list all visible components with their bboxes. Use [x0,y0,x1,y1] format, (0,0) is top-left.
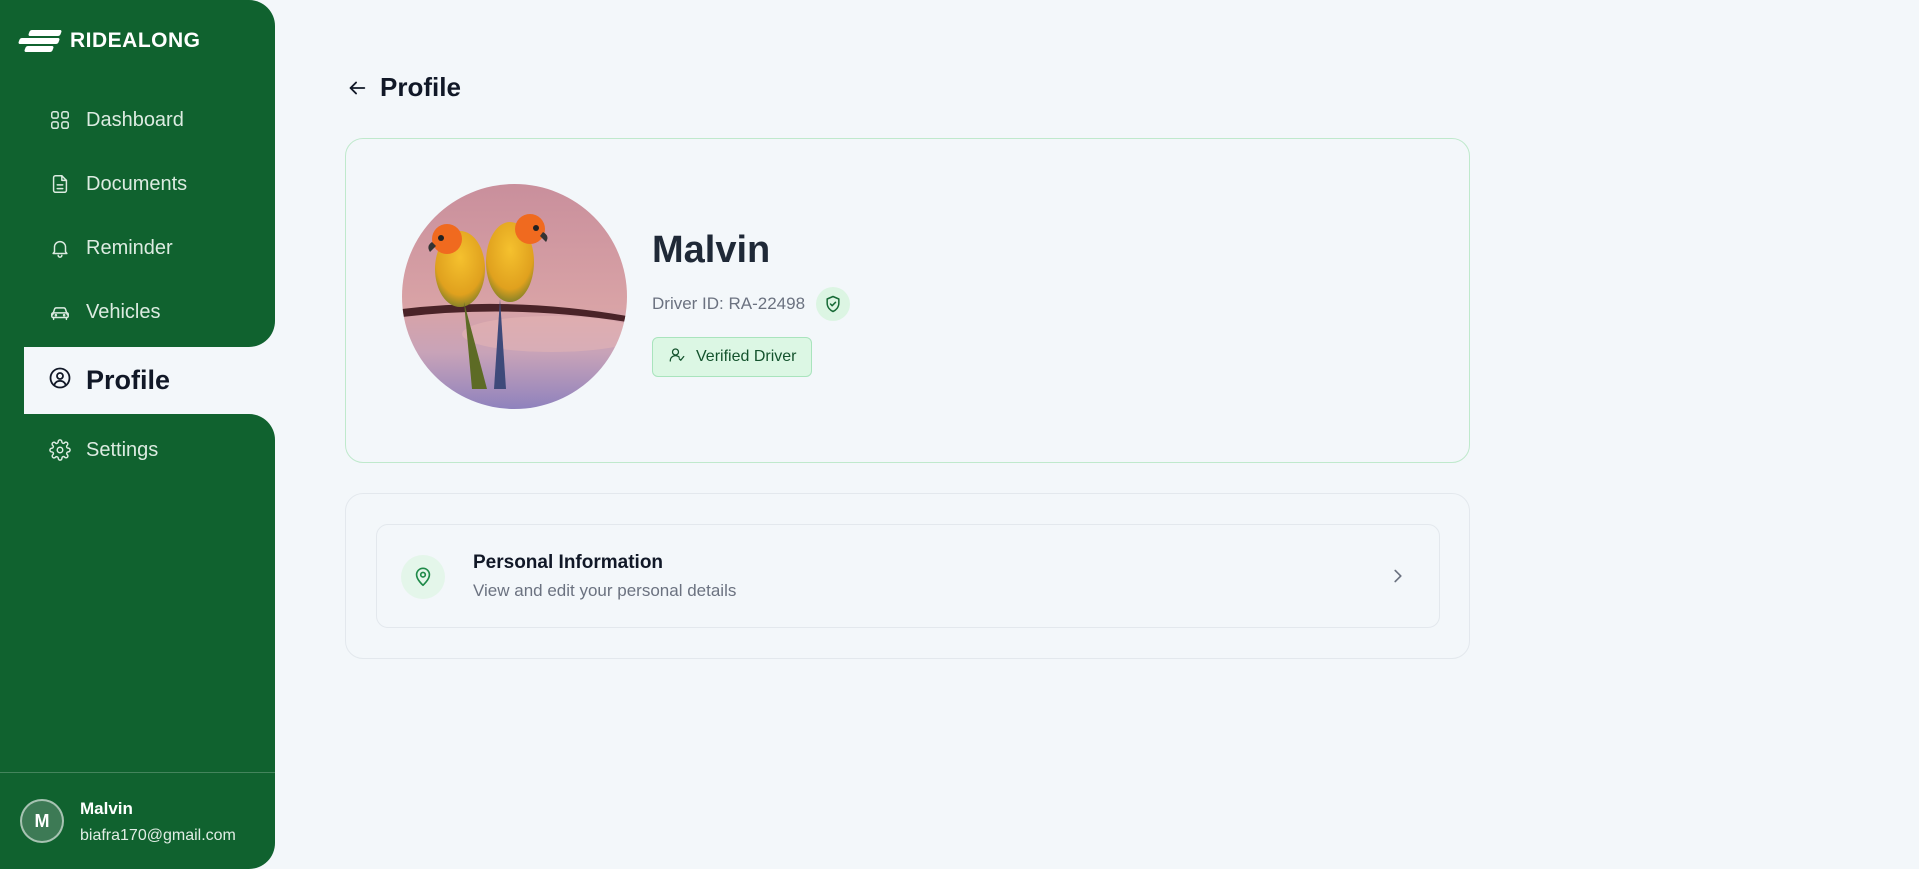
sidebar-item-label: Vehicles [86,300,161,323]
user-name: Malvin [80,799,133,818]
user-email: biafra170@gmail.com [80,827,236,844]
avatar[interactable]: M [20,799,64,843]
section-subtitle: View and edit your personal details [473,581,737,600]
sidebar-item-settings[interactable]: Settings [48,430,158,470]
personal-information-item[interactable]: Personal Information View and edit your … [376,524,1440,628]
logo[interactable]: RIDEALONG [17,28,201,54]
page-title: Profile [380,72,461,102]
sidebar-item-label: Settings [86,438,159,461]
sidebar-item-documents[interactable]: Documents [48,164,187,204]
sidebar: RIDEALONG Dashboard Documents Reminder V… [0,0,324,869]
chevron-right-icon[interactable] [1387,565,1409,587]
user-check-icon [668,346,696,369]
badge-label: Verified Driver [696,348,797,365]
logo-mark-icon [17,28,63,54]
profile-card: Malvin Driver ID: RA-22498 Verified Driv… [345,138,1470,463]
profile-photo[interactable] [402,184,627,409]
settings-sections-card: Personal Information View and edit your … [345,493,1470,659]
sidebar-item-profile[interactable]: Profile [24,347,324,414]
sidebar-item-label: Documents [86,172,188,195]
bell-icon [48,236,72,260]
back-arrow-icon[interactable] [345,76,369,100]
sidebar-item-reminder[interactable]: Reminder [48,228,173,268]
shield-check-icon [816,287,850,321]
sidebar-item-dashboard[interactable]: Dashboard [48,100,184,140]
gear-icon [48,438,72,462]
status-badge: Verified Driver [652,337,813,377]
car-icon [48,300,72,324]
sidebar-item-label: Reminder [86,236,173,259]
document-icon [48,172,72,196]
sidebar-item-vehicles[interactable]: Vehicles [48,292,161,332]
driver-name: Malvin [652,229,771,271]
section-title: Personal Information [473,552,664,573]
sidebar-item-label: Dashboard [86,108,184,131]
grid-icon [48,108,72,132]
sidebar-divider [0,772,275,773]
page-header: Profile [345,72,461,103]
sidebar-item-label: Profile [86,365,171,395]
map-pin-icon [401,555,445,599]
driver-id: Driver ID: RA-22498 [652,294,806,313]
logo-text: RIDEALONG [70,29,201,52]
user-circle-icon [48,366,72,395]
